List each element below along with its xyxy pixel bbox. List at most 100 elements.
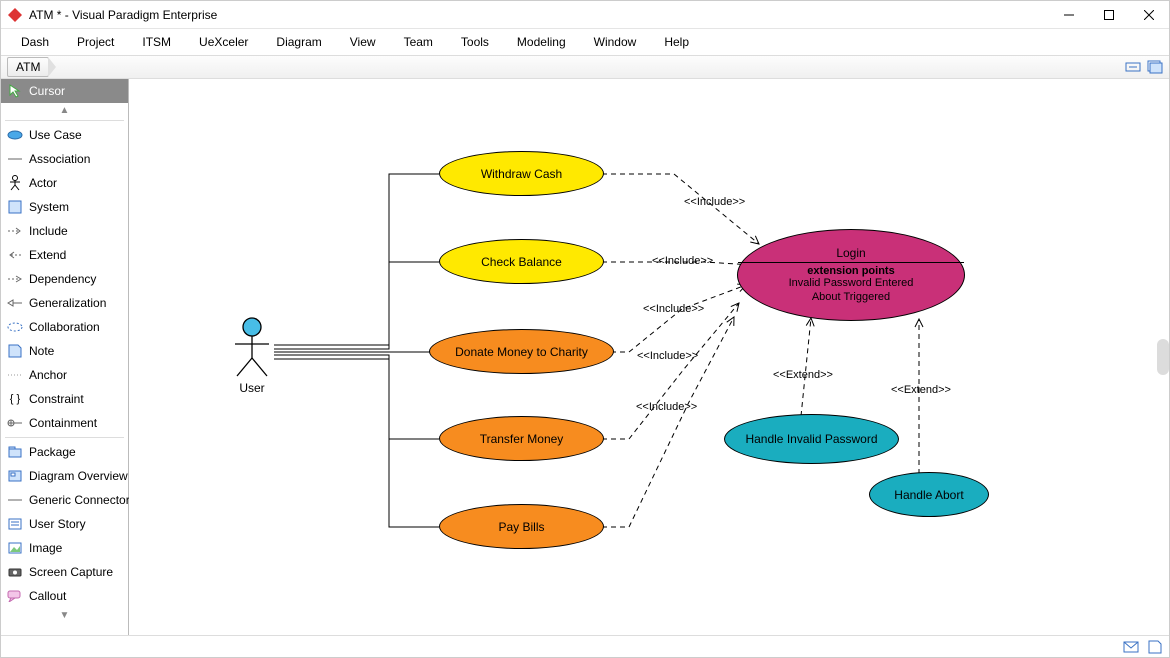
menu-itsm[interactable]: ITSM (128, 31, 185, 53)
menu-diagram[interactable]: Diagram (262, 31, 335, 53)
palette-label: Extend (29, 248, 66, 262)
callout-icon (7, 588, 23, 604)
palette-label: Note (29, 344, 54, 358)
palette-label: Image (29, 541, 62, 555)
palette-label: Screen Capture (29, 565, 113, 579)
image-icon (7, 540, 23, 556)
include-label: <<Include>> (637, 350, 698, 362)
include-label: <<Include>> (652, 255, 713, 267)
titlebar: ATM * - Visual Paradigm Enterprise (1, 1, 1169, 29)
screen-capture-icon (7, 564, 23, 580)
chevron-right-icon (48, 57, 56, 77)
diagram-type-icon[interactable] (1125, 59, 1141, 75)
palette-label: Dependency (29, 272, 96, 286)
include-icon (7, 223, 23, 239)
palette-user-story[interactable]: User Story (1, 512, 128, 536)
palette-label: Constraint (29, 392, 84, 406)
generic-connector-icon (7, 492, 23, 508)
close-button[interactable] (1129, 1, 1169, 29)
actor-label: User (229, 381, 275, 395)
node-pay-bills[interactable]: Pay Bills (439, 504, 604, 549)
breadcrumb-chip[interactable]: ATM (7, 57, 49, 77)
actor-user[interactable]: User (229, 316, 275, 395)
minimize-button[interactable] (1049, 1, 1089, 29)
palette-note[interactable]: Note (1, 339, 128, 363)
palette-diagram-overview[interactable]: Diagram Overview (1, 464, 128, 488)
cursor-icon (7, 83, 23, 99)
palette: Cursor ▲ Use Case Association Actor Syst… (1, 79, 129, 635)
generalization-icon (7, 295, 23, 311)
palette-label: Containment (29, 416, 97, 430)
association-icon (7, 151, 23, 167)
constraint-icon: { } (7, 391, 23, 407)
include-label: <<Include>> (636, 401, 697, 413)
palette-cursor[interactable]: Cursor (1, 79, 128, 103)
window-title: ATM * - Visual Paradigm Enterprise (29, 8, 217, 22)
anchor-icon (7, 367, 23, 383)
menu-tools[interactable]: Tools (447, 31, 503, 53)
palette-image[interactable]: Image (1, 536, 128, 560)
node-handle-abort[interactable]: Handle Abort (869, 472, 989, 517)
palette-use-case[interactable]: Use Case (1, 123, 128, 147)
palette-include[interactable]: Include (1, 219, 128, 243)
menu-uexceler[interactable]: UeXceler (185, 31, 262, 53)
menu-team[interactable]: Team (390, 31, 447, 53)
palette-containment[interactable]: Containment (1, 411, 128, 435)
scrollbar-thumb[interactable] (1157, 339, 1169, 375)
menu-modeling[interactable]: Modeling (503, 31, 580, 53)
palette-label: Package (29, 445, 76, 459)
palette-generalization[interactable]: Generalization (1, 291, 128, 315)
palette-extend[interactable]: Extend (1, 243, 128, 267)
note-icon[interactable] (1147, 639, 1163, 655)
palette-label: User Story (29, 517, 86, 531)
menu-window[interactable]: Window (580, 31, 651, 53)
canvas[interactable]: User Withdraw Cash Check Balance Donate … (129, 79, 1169, 635)
menu-help[interactable]: Help (650, 31, 703, 53)
include-label: <<Include>> (643, 303, 704, 315)
palette-label: Cursor (29, 84, 65, 98)
node-transfer-money[interactable]: Transfer Money (439, 416, 604, 461)
package-icon (7, 444, 23, 460)
palette-system[interactable]: System (1, 195, 128, 219)
palette-package[interactable]: Package (1, 440, 128, 464)
use-case-icon (7, 127, 23, 143)
maximize-button[interactable] (1089, 1, 1129, 29)
switch-diagram-icon[interactable] (1147, 59, 1163, 75)
node-donate-charity[interactable]: Donate Money to Charity (429, 329, 614, 374)
menu-dash[interactable]: Dash (7, 31, 63, 53)
note-icon (7, 343, 23, 359)
mail-icon[interactable] (1123, 639, 1139, 655)
containment-icon (7, 415, 23, 431)
palette-label: Collaboration (29, 320, 100, 334)
palette-collapse-down[interactable]: ▼ (1, 608, 128, 623)
menu-project[interactable]: Project (63, 31, 128, 53)
system-icon (7, 199, 23, 215)
palette-label: System (29, 200, 69, 214)
palette-screen-capture[interactable]: Screen Capture (1, 560, 128, 584)
palette-label: Diagram Overview (29, 469, 128, 483)
palette-generic-connector[interactable]: Generic Connector (1, 488, 128, 512)
palette-callout[interactable]: Callout (1, 584, 128, 608)
palette-constraint[interactable]: { } Constraint (1, 387, 128, 411)
extend-icon (7, 247, 23, 263)
palette-label: Generalization (29, 296, 106, 310)
extend-label: <<Extend>> (891, 384, 951, 396)
app-icon (7, 7, 23, 23)
palette-anchor[interactable]: Anchor (1, 363, 128, 387)
palette-actor[interactable]: Actor (1, 171, 128, 195)
palette-collaboration[interactable]: Collaboration (1, 315, 128, 339)
node-withdraw-cash[interactable]: Withdraw Cash (439, 151, 604, 196)
dependency-icon (7, 271, 23, 287)
breadcrumb-bar: ATM (1, 55, 1169, 79)
menu-view[interactable]: View (336, 31, 390, 53)
actor-icon (7, 175, 23, 191)
palette-dependency[interactable]: Dependency (1, 267, 128, 291)
palette-label: Association (29, 152, 90, 166)
node-login[interactable]: Login extension points Invalid Password … (737, 229, 965, 321)
footerbar (1, 635, 1169, 657)
node-handle-invalid-password[interactable]: Handle Invalid Password (724, 414, 899, 464)
palette-association[interactable]: Association (1, 147, 128, 171)
palette-collapse-up[interactable]: ▲ (1, 103, 128, 118)
node-check-balance[interactable]: Check Balance (439, 239, 604, 284)
menubar: Dash Project ITSM UeXceler Diagram View … (1, 29, 1169, 55)
